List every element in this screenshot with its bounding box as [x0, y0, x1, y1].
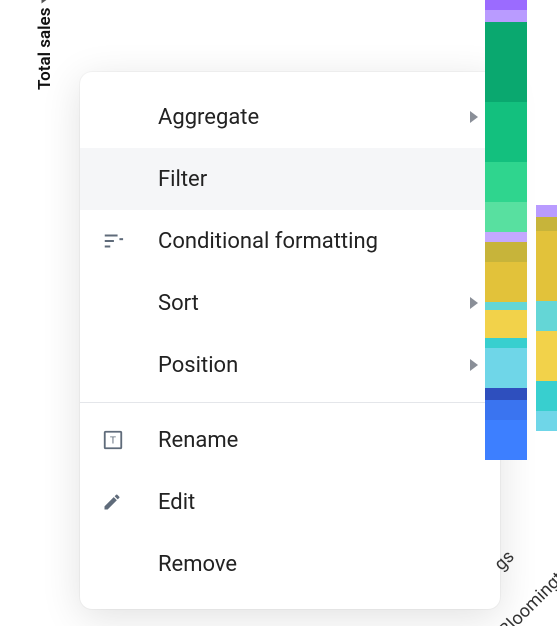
chevron-right-icon [470, 111, 478, 123]
svg-text:T: T [110, 436, 116, 447]
chart-segment [485, 302, 527, 310]
chart-segment [485, 292, 527, 302]
menu-item-remove[interactable]: Remove [80, 533, 500, 595]
menu-label-position: Position [158, 353, 470, 378]
chart-segment [536, 331, 557, 381]
chart-segment [536, 381, 557, 411]
rename-icon: T [102, 429, 158, 451]
menu-label-remove: Remove [158, 552, 478, 577]
chart-segment [485, 10, 527, 22]
chart-segment [485, 242, 527, 262]
chart-bar-1 [485, 0, 527, 460]
x-axis-category-2: Bloomingt [495, 568, 557, 626]
chart-segment [485, 202, 527, 232]
chart-segment [485, 388, 527, 400]
chart-segment [536, 217, 557, 231]
menu-separator [80, 402, 500, 403]
chart-segment [485, 338, 527, 348]
chart-segment [485, 420, 527, 460]
chart-bar-2 [536, 205, 557, 431]
pencil-icon [102, 492, 158, 512]
menu-item-rename[interactable]: T Rename [80, 409, 500, 471]
chart-segment [485, 0, 527, 10]
chart-segment [536, 301, 557, 331]
y-axis-label[interactable]: Total sales [35, 0, 55, 90]
menu-item-position[interactable]: Position [80, 334, 500, 396]
field-context-menu: Aggregate Filter Conditional formatting … [80, 72, 500, 609]
chart-segment [485, 22, 527, 92]
chart-segment [485, 348, 527, 388]
menu-item-aggregate[interactable]: Aggregate [80, 86, 500, 148]
menu-label-rename: Rename [158, 428, 478, 453]
chart-segment [485, 262, 527, 292]
chart-segment [485, 102, 527, 162]
chevron-right-icon [42, 0, 49, 3]
menu-label-edit: Edit [158, 490, 478, 515]
chart-segment [485, 400, 527, 420]
menu-item-edit[interactable]: Edit [80, 471, 500, 533]
menu-label-filter: Filter [158, 167, 478, 192]
chart-segment [536, 411, 557, 431]
chart-segment [485, 92, 527, 102]
chart-segment [536, 205, 557, 217]
menu-item-sort[interactable]: Sort [80, 272, 500, 334]
chart-segment [485, 162, 527, 202]
menu-item-filter[interactable]: Filter [80, 148, 500, 210]
chart-segment [485, 232, 527, 242]
y-axis-label-text: Total sales [35, 8, 55, 90]
chart-segment [536, 231, 557, 301]
menu-label-aggregate: Aggregate [158, 105, 470, 130]
menu-item-conditional-formatting[interactable]: Conditional formatting [80, 210, 500, 272]
chevron-right-icon [470, 297, 478, 309]
chart-segment [485, 310, 527, 338]
menu-label-conditional-formatting: Conditional formatting [158, 229, 478, 254]
menu-label-sort: Sort [158, 291, 470, 316]
chevron-right-icon [470, 359, 478, 371]
conditional-formatting-icon [102, 230, 158, 252]
